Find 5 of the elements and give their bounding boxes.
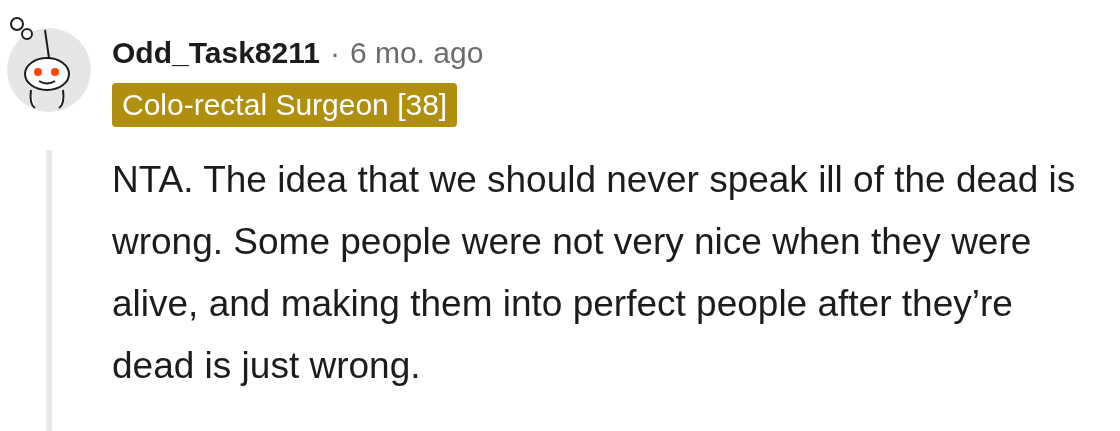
comment-text: NTA. The idea that we should never speak ill of the dead is wrong. Some people were not very nice when they were alive, and making them into perfect people after they’re dead is just wrong.	[112, 158, 1077, 388]
username[interactable]: Odd_Task8211	[112, 30, 320, 75]
user-flair: Colo-rectal Surgeon [38]	[112, 83, 458, 127]
separator: ·	[329, 35, 340, 71]
timestamp: 6 mo. ago	[349, 35, 484, 71]
